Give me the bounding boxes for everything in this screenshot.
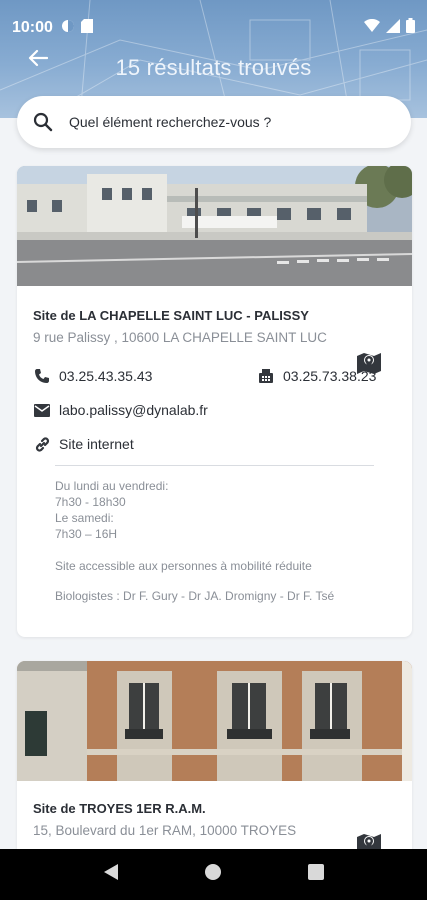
hours-line: Le samedi: — [55, 511, 114, 525]
hours-line: Du lundi au vendredi: — [55, 479, 169, 493]
system-nav-bar — [0, 849, 427, 900]
search-icon — [33, 112, 53, 132]
phone-icon — [33, 368, 51, 384]
email-link[interactable]: labo.palissy@dynalab.fr — [33, 399, 396, 421]
mail-icon — [33, 403, 51, 417]
wifi-icon — [364, 18, 380, 37]
email-address: labo.palissy@dynalab.fr — [59, 402, 208, 418]
sd-card-icon — [80, 18, 93, 38]
search-placeholder: Quel élément recherchez-vous ? — [69, 114, 272, 130]
hours-line: 7h30 - 18h30 — [55, 495, 126, 509]
link-icon — [33, 436, 51, 453]
accessibility-note: Site accessible aux personnes à mobilité… — [55, 559, 312, 573]
hours-line: 7h30 – 16H — [55, 527, 118, 541]
phone-link[interactable]: 03.25.43.35.43 — [33, 368, 257, 384]
nav-recents-button[interactable] — [308, 864, 325, 885]
site-title: Site de LA CHAPELLE SAINT LUC - PALISSY — [33, 308, 309, 323]
site-address: 9 rue Palissy , 10600 LA CHAPELLE SAINT … — [33, 330, 327, 345]
battery-icon — [406, 18, 415, 38]
divider — [55, 465, 374, 466]
fax-icon — [257, 368, 275, 384]
result-card[interactable]: Site de TROYES 1ER R.A.M. 15, Boulevard … — [17, 661, 412, 861]
signal-icon — [386, 18, 400, 38]
website-label: Site internet — [59, 436, 134, 452]
website-link[interactable]: Site internet — [33, 433, 396, 455]
status-bar: 10:00 — [0, 0, 427, 56]
square-recents-icon — [308, 864, 325, 880]
circle-home-icon — [205, 864, 222, 880]
site-photo — [17, 166, 412, 286]
card-body: Site de LA CHAPELLE SAINT LUC - PALISSY … — [17, 308, 412, 604]
nav-home-button[interactable] — [204, 863, 222, 886]
card-body: Site de TROYES 1ER R.A.M. 15, Boulevard … — [17, 801, 412, 855]
page-title: 15 résultats trouvés — [115, 55, 312, 80]
nav-back-button[interactable] — [103, 863, 119, 886]
result-card[interactable]: Site de LA CHAPELLE SAINT LUC - PALISSY … — [17, 166, 412, 637]
phone-number: 03.25.43.35.43 — [59, 368, 153, 384]
circle-app-icon — [61, 19, 75, 38]
map-pin-icon — [357, 353, 381, 374]
biologists-list: Biologistes : Dr F. Gury - Dr JA. Dromig… — [55, 589, 335, 603]
site-title: Site de TROYES 1ER R.A.M. — [33, 801, 206, 816]
site-photo — [17, 661, 412, 781]
site-address: 15, Boulevard du 1er RAM, 10000 TROYES — [33, 823, 297, 838]
status-time: 10:00 — [12, 19, 53, 36]
contact-row: 03.25.43.35.43 03.25.73.38.23 — [33, 365, 396, 387]
search-input[interactable]: Quel élément recherchez-vous ? — [17, 96, 411, 148]
hours-block: Du lundi au vendredi: 7h30 - 18h30 Le sa… — [33, 478, 396, 604]
map-button[interactable] — [356, 350, 384, 378]
triangle-back-icon — [103, 864, 118, 880]
